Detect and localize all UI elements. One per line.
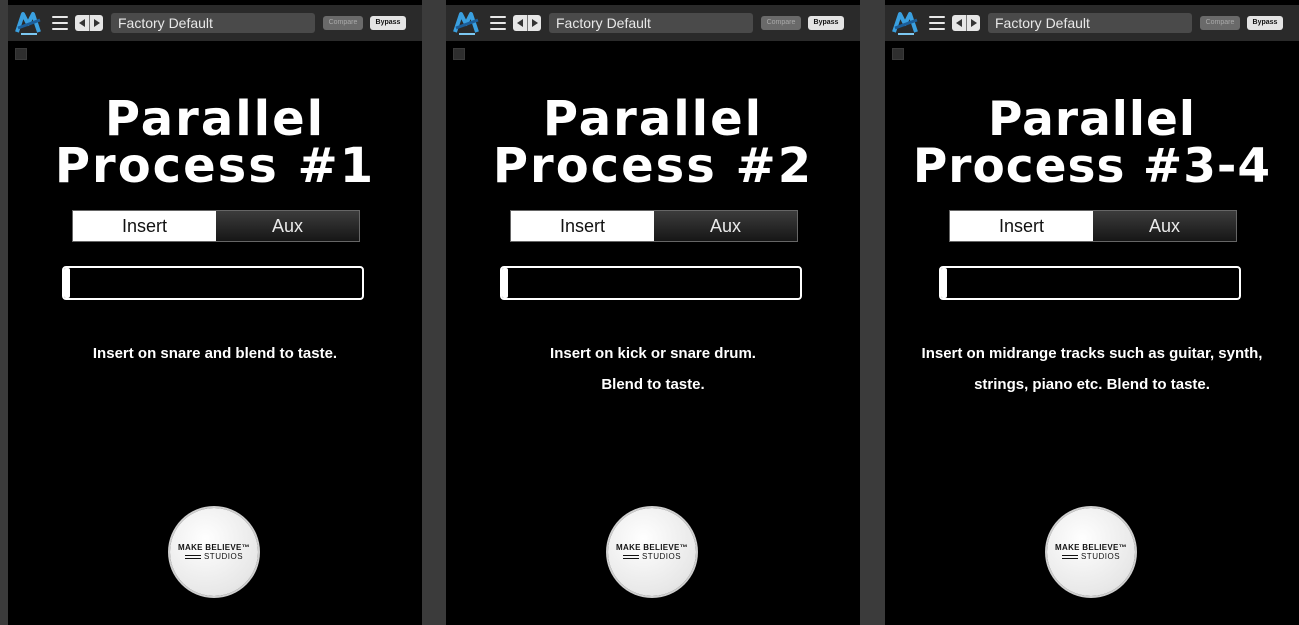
badge-line-2-wrap: STUDIOS <box>1061 552 1121 561</box>
plugin-toolbar: Factory Default Compare Bypass <box>885 5 1299 41</box>
badge-lines-icon <box>1061 553 1078 561</box>
description-line-1: Insert on midrange tracks such as guitar… <box>921 345 1263 362</box>
plugin-window-3: Factory Default Compare Bypass Parallel … <box>885 0 1299 625</box>
preset-next-button[interactable] <box>527 15 541 31</box>
bypass-button[interactable]: Bypass <box>370 16 406 30</box>
title-line-1: Parallel <box>542 91 764 147</box>
plugin-title: Parallel Process #2 <box>446 91 860 194</box>
badge-line-1: MAKE BELIEVE™ <box>178 543 250 552</box>
aux-option[interactable]: Aux <box>216 211 359 241</box>
blend-slider-fill <box>64 268 70 298</box>
triangle-left-icon <box>517 19 523 27</box>
triangle-left-icon <box>79 19 85 27</box>
hamburger-menu-icon[interactable] <box>929 16 945 30</box>
preset-prev-button[interactable] <box>75 15 89 31</box>
insert-option[interactable]: Insert <box>73 211 216 241</box>
plugin-toolbar: Factory Default Compare Bypass <box>8 5 422 41</box>
badge-lines-icon <box>184 553 201 561</box>
make-believe-studios-logo: MAKE BELIEVE™ STUDIOS <box>170 508 258 596</box>
hamburger-menu-icon[interactable] <box>52 16 68 30</box>
preset-name-field[interactable]: Factory Default <box>988 13 1192 33</box>
blend-slider[interactable] <box>500 266 802 300</box>
insert-aux-toggle: Insert Aux <box>510 210 798 242</box>
title-line-1: Parallel <box>104 91 326 147</box>
plugin-logo-icon[interactable] <box>891 9 921 37</box>
description-line-1: Insert on snare and blend to taste. <box>92 345 338 362</box>
title-line-2: Process #3-4 <box>912 139 1272 194</box>
plugin-title: Parallel Process #1 <box>8 91 422 194</box>
badge-lines-icon <box>622 553 639 561</box>
preset-next-button[interactable] <box>89 15 103 31</box>
plugin-logo-icon[interactable] <box>14 9 44 37</box>
triangle-right-icon <box>531 19 538 27</box>
badge-line-1: MAKE BELIEVE™ <box>616 543 688 552</box>
insert-option[interactable]: Insert <box>511 211 654 241</box>
triangle-right-icon <box>970 19 977 27</box>
blend-slider[interactable] <box>939 266 1241 300</box>
badge-line-2-wrap: STUDIOS <box>184 552 244 561</box>
plugin-window-2: Factory Default Compare Bypass Parallel … <box>446 0 860 625</box>
badge-line-1: MAKE BELIEVE™ <box>1055 543 1127 552</box>
preset-name-field[interactable]: Factory Default <box>549 13 753 33</box>
bypass-button[interactable]: Bypass <box>1247 16 1283 30</box>
plugin-title: Parallel Process #3-4 <box>885 96 1299 190</box>
insert-aux-toggle: Insert Aux <box>949 210 1237 242</box>
preset-prev-button[interactable] <box>513 15 527 31</box>
expand-toggle[interactable] <box>15 48 27 60</box>
description-line-2: strings, piano etc. Blend to taste. <box>974 376 1210 393</box>
blend-slider[interactable] <box>62 266 364 300</box>
make-believe-studios-logo: MAKE BELIEVE™ STUDIOS <box>608 508 696 596</box>
badge-line-2: STUDIOS <box>203 552 244 561</box>
preset-name-field[interactable]: Factory Default <box>111 13 315 33</box>
preset-next-button[interactable] <box>966 15 980 31</box>
plugin-toolbar: Factory Default Compare Bypass <box>446 5 860 41</box>
hamburger-menu-icon[interactable] <box>490 16 506 30</box>
insert-option[interactable]: Insert <box>950 211 1093 241</box>
preset-prev-button[interactable] <box>952 15 966 31</box>
compare-button[interactable]: Compare <box>323 16 363 30</box>
compare-button[interactable]: Compare <box>761 16 801 30</box>
title-line-2: Process #1 <box>54 138 376 194</box>
description-line-2: Blend to taste. <box>601 376 705 393</box>
blend-slider-fill <box>502 268 508 298</box>
plugin-window-1: Factory Default Compare Bypass Parallel … <box>8 0 422 625</box>
preset-nav <box>952 15 980 31</box>
description-text: Insert on kick or snare drum. Blend to t… <box>446 338 860 400</box>
blend-slider-fill <box>941 268 947 298</box>
preset-nav <box>513 15 541 31</box>
preset-nav <box>75 15 103 31</box>
bypass-button[interactable]: Bypass <box>808 16 844 30</box>
expand-toggle[interactable] <box>453 48 465 60</box>
badge-line-2-wrap: STUDIOS <box>622 552 682 561</box>
badge-line-2: STUDIOS <box>641 552 682 561</box>
compare-button[interactable]: Compare <box>1200 16 1240 30</box>
triangle-right-icon <box>93 19 100 27</box>
expand-toggle[interactable] <box>892 48 904 60</box>
description-line-1: Insert on kick or snare drum. <box>550 345 756 362</box>
make-believe-studios-logo: MAKE BELIEVE™ STUDIOS <box>1047 508 1135 596</box>
aux-option[interactable]: Aux <box>1093 211 1236 241</box>
insert-aux-toggle: Insert Aux <box>72 210 360 242</box>
title-line-2: Process #2 <box>492 138 814 194</box>
badge-line-2: STUDIOS <box>1080 552 1121 561</box>
plugin-logo-icon[interactable] <box>452 9 482 37</box>
title-line-1: Parallel <box>987 92 1196 147</box>
aux-option[interactable]: Aux <box>654 211 797 241</box>
description-text: Insert on snare and blend to taste. <box>8 338 422 369</box>
description-text: Insert on midrange tracks such as guitar… <box>885 338 1299 400</box>
triangle-left-icon <box>956 19 962 27</box>
